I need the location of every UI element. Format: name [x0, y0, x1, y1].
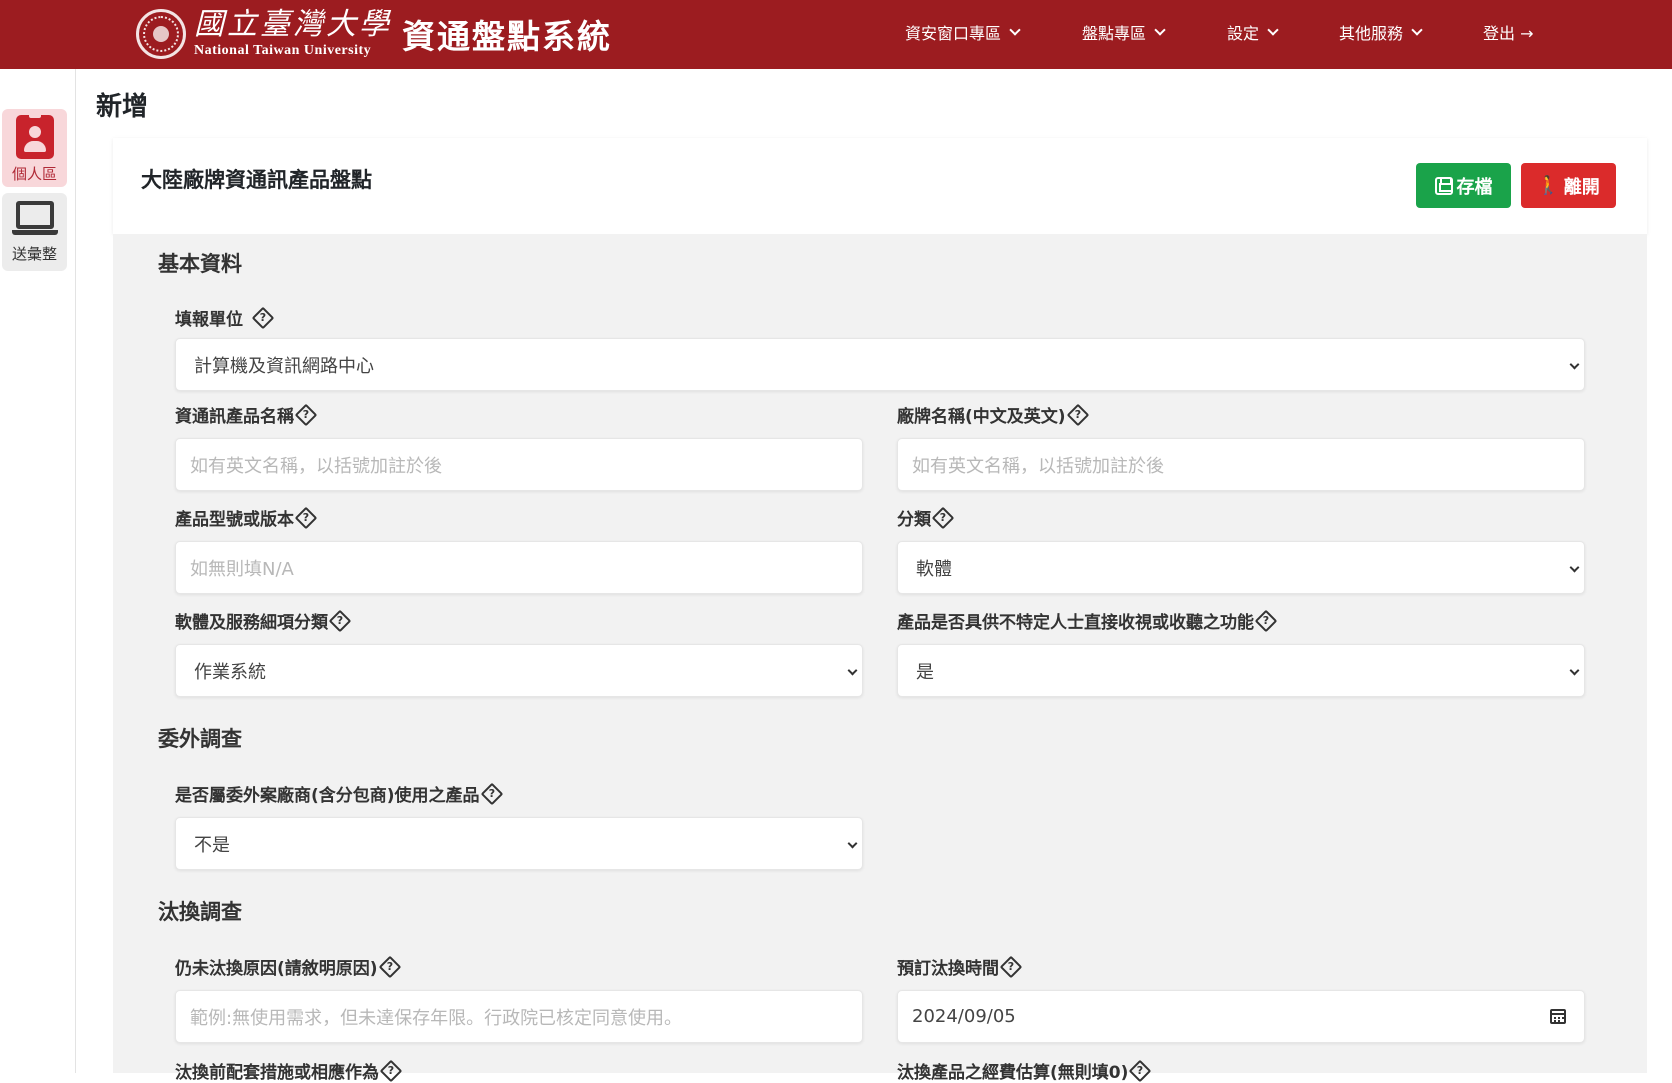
- chevron-down-icon: [1009, 23, 1021, 36]
- save-label: 存檔: [1456, 176, 1493, 197]
- planned-date-value: 2024/09/05: [912, 1006, 1016, 1027]
- outsourced-label: 是否屬委外案廠商(含分包商)使用之產品?: [175, 781, 503, 806]
- question-diamond-icon[interactable]: ?: [1066, 403, 1089, 426]
- nav-item-label: 設定: [1227, 24, 1260, 43]
- question-diamond-icon[interactable]: ?: [1129, 1059, 1152, 1082]
- nav-item-other-services[interactable]: 其他服務: [1339, 20, 1423, 44]
- chevron-down-icon: [1154, 23, 1166, 36]
- brand-name-placeholder: 如有英文名稱，以括號加註於後: [912, 455, 1164, 477]
- model-input[interactable]: 如無則填N/A: [175, 541, 863, 594]
- chevron-down-icon: [847, 665, 858, 676]
- category-select[interactable]: 軟體: [897, 541, 1585, 594]
- product-name-input[interactable]: 如有英文名稱，以括號加註於後: [175, 438, 863, 491]
- planned-date-label: 預訂汰換時間?: [897, 954, 1023, 979]
- outsourced-select-value: 不是: [194, 834, 230, 856]
- leave-button[interactable]: 🚶 離開: [1521, 163, 1616, 208]
- sidebar-item-submit[interactable]: 送彙整: [2, 193, 67, 271]
- question-diamond-icon[interactable]: ?: [251, 306, 275, 329]
- broadcast-select[interactable]: 是: [897, 644, 1585, 697]
- chevron-down-icon: [1267, 23, 1279, 36]
- nav-item-label: 資安窗口專區: [905, 24, 1002, 43]
- question-diamond-icon[interactable]: ?: [328, 609, 352, 632]
- sub-category-label: 軟體及服務細項分類?: [175, 608, 352, 633]
- not-replaced-reason-label: 仍未汰換原因(請敘明原因)?: [175, 954, 401, 979]
- unit-select[interactable]: 計算機及資訊網路中心: [175, 338, 1585, 391]
- not-replaced-reason-placeholder: 範例:無使用需求，但未達保存年限。行政院已核定同意使用。: [190, 1007, 683, 1029]
- model-label: 產品型號或版本?: [175, 505, 318, 530]
- section-title-basic: 基本資料: [158, 252, 242, 276]
- university-name-cn: 國立臺灣大學: [194, 7, 392, 42]
- chevron-down-icon: [1411, 23, 1423, 36]
- system-title: 資通盤點系統: [402, 17, 612, 56]
- question-diamond-icon[interactable]: ?: [999, 955, 1023, 978]
- chevron-down-icon: [1569, 665, 1580, 676]
- product-name-placeholder: 如有英文名稱，以括號加註於後: [190, 455, 442, 477]
- brand-name-input[interactable]: 如有英文名稱，以括號加註於後: [897, 438, 1585, 491]
- nav-item-logout[interactable]: 登出 →: [1483, 20, 1534, 44]
- brand-name-label: 廠牌名稱(中文及英文)?: [897, 402, 1089, 427]
- top-navbar: 國立臺灣大學 National Taiwan University 資通盤點系統…: [0, 0, 1672, 69]
- save-icon: [1434, 176, 1453, 195]
- nav-item-label: 其他服務: [1339, 24, 1404, 43]
- sidebar-item-personal[interactable]: 個人區: [2, 109, 67, 187]
- sidebar: 個人區 送彙整: [0, 69, 76, 1073]
- brand-text: 國立臺灣大學 National Taiwan University: [194, 9, 392, 59]
- chevron-down-icon: [1569, 562, 1580, 573]
- university-name-en: National Taiwan University: [194, 43, 372, 58]
- form-card-header: 大陸廠牌資通訊產品盤點 存檔 🚶 離開: [113, 138, 1647, 234]
- category-label: 分類?: [897, 505, 955, 530]
- nav-item-inventory[interactable]: 盤點專區: [1082, 20, 1166, 44]
- question-diamond-icon[interactable]: ?: [1254, 609, 1278, 632]
- form-body: 基本資料 填報單位? 計算機及資訊網路中心 資通訊產品名稱? 如有英文名稱，以括…: [113, 234, 1647, 1083]
- laptop-icon: [11, 199, 58, 239]
- nav-item-security-contact[interactable]: 資安窗口專區: [905, 20, 1021, 44]
- planned-date-input[interactable]: 2024/09/05: [897, 990, 1585, 1043]
- logout-label: 登出 →: [1483, 24, 1534, 43]
- nav-item-settings[interactable]: 設定: [1227, 20, 1279, 44]
- ntu-seal-icon: [136, 9, 186, 59]
- section-title-outsourcing: 委外調查: [158, 727, 242, 751]
- brand[interactable]: 國立臺灣大學 National Taiwan University 資通盤點系統: [136, 5, 612, 63]
- section-title-replacement: 汰換調查: [158, 900, 242, 924]
- nav-item-label: 盤點專區: [1082, 24, 1147, 43]
- question-diamond-icon[interactable]: ?: [379, 1059, 403, 1082]
- category-select-value: 軟體: [916, 558, 952, 580]
- question-diamond-icon[interactable]: ?: [294, 403, 318, 426]
- question-diamond-icon[interactable]: ?: [480, 782, 503, 805]
- calendar-icon[interactable]: [1550, 1009, 1566, 1024]
- id-badge-icon: [15, 112, 54, 159]
- walking-person-icon: 🚶: [1537, 175, 1560, 195]
- sidebar-item-label: 送彙整: [11, 245, 57, 263]
- chevron-down-icon: [847, 838, 858, 849]
- measures-label: 汰換前配套措施或相應作為?: [175, 1058, 403, 1083]
- question-diamond-icon[interactable]: ?: [931, 506, 955, 529]
- product-name-label: 資通訊產品名稱?: [175, 402, 318, 427]
- page-title: 新增: [96, 92, 149, 122]
- broadcast-select-value: 是: [916, 661, 934, 683]
- leave-label: 離開: [1563, 176, 1600, 197]
- unit-label: 填報單位?: [175, 305, 275, 330]
- save-button[interactable]: 存檔: [1416, 163, 1511, 208]
- sidebar-item-label: 個人區: [11, 165, 57, 183]
- broadcast-label: 產品是否具供不特定人士直接收視或收聽之功能?: [897, 608, 1278, 633]
- not-replaced-reason-input[interactable]: 範例:無使用需求，但未達保存年限。行政院已核定同意使用。: [175, 990, 863, 1043]
- chevron-down-icon: [1569, 359, 1580, 370]
- sub-category-select[interactable]: 作業系統: [175, 644, 863, 697]
- model-placeholder: 如無則填N/A: [190, 558, 294, 580]
- outsourced-select[interactable]: 不是: [175, 817, 863, 870]
- budget-label: 汰換產品之經費估算(無則填0)?: [897, 1058, 1152, 1083]
- unit-select-value: 計算機及資訊網路中心: [194, 355, 374, 377]
- sub-category-select-value: 作業系統: [194, 661, 266, 683]
- question-diamond-icon[interactable]: ?: [294, 506, 318, 529]
- question-diamond-icon[interactable]: ?: [378, 955, 401, 978]
- card-title: 大陸廠牌資通訊產品盤點: [141, 168, 372, 192]
